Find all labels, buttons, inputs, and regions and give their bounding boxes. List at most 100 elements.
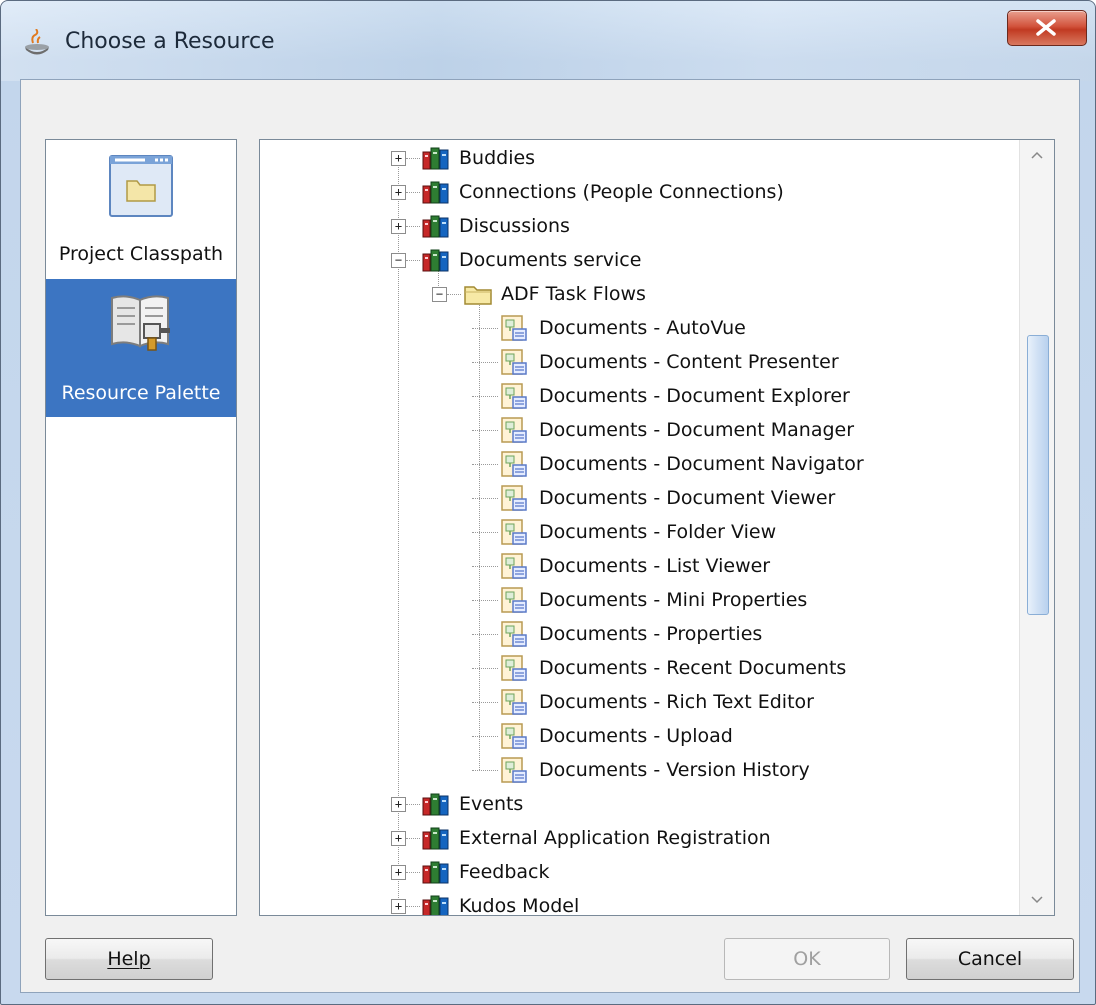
expand-icon[interactable]: + [391,899,406,914]
tree-item-label: ADF Task Flows [501,283,646,305]
dialog-window: Choose a Resource Project Classpath Reso… [0,0,1096,1005]
task-flow-icon [500,620,528,653]
books-icon [422,248,450,277]
tree-item[interactable]: Documents - Mini Properties [260,583,1010,617]
tree-item[interactable]: + External Application Registration [260,821,1010,855]
task-flow-icon [500,382,528,415]
close-button[interactable] [1007,10,1087,46]
close-icon [1036,19,1056,36]
resource-tree[interactable]: + Buddies + Connections (People Connections… [259,139,1055,916]
expand-icon[interactable]: + [391,831,406,846]
tree-item-label: Connections (People Connections) [459,181,784,203]
task-flow-icon [500,348,528,381]
tree-item[interactable]: + Buddies [260,141,1010,175]
tree-item-label: Documents - Document Navigator [539,453,864,475]
expand-icon[interactable]: + [391,219,406,234]
task-flow-icon [500,416,528,449]
books-icon [422,180,450,209]
tree-item-label: Documents - Rich Text Editor [539,691,814,713]
expand-icon[interactable]: + [391,797,406,812]
help-button-label: Help [107,948,151,970]
tree-item[interactable]: + Kudos Model [260,889,1010,916]
resource-source-list: Project Classpath Resource Palette [45,139,237,916]
tree-item[interactable]: Documents - Properties [260,617,1010,651]
java-cup-icon [25,29,49,55]
task-flow-icon [500,314,528,347]
ok-button-label: OK [793,948,821,970]
books-icon [422,792,450,821]
task-flow-icon [500,722,528,755]
scroll-thumb[interactable] [1027,335,1049,615]
tree-item-label: Documents - Document Viewer [539,487,836,509]
tree-item[interactable]: Documents - Rich Text Editor [260,685,1010,719]
title-bar[interactable]: Choose a Resource [1,1,1095,79]
tree-item[interactable]: Documents - Document Navigator [260,447,1010,481]
expand-icon[interactable]: + [391,151,406,166]
task-flow-icon [500,756,528,789]
tree-item[interactable]: Documents - Recent Documents [260,651,1010,685]
cancel-button-label: Cancel [957,948,1023,970]
tree-item[interactable]: + Discussions [260,209,1010,243]
task-flow-icon [500,518,528,551]
folder-icon [463,282,493,311]
tree-item-label: Documents - Content Presenter [539,351,839,373]
books-icon [422,146,450,175]
tree-item-label: Documents service [459,249,642,271]
tree-item-label: Documents - Version History [539,759,810,781]
sidebar-item-label: Project Classpath [58,243,224,265]
task-flow-icon [500,484,528,517]
books-icon [422,894,450,915]
sidebar-item-label: Resource Palette [61,382,221,404]
tree-item-label: Documents - Document Manager [539,419,855,441]
expand-icon[interactable]: + [391,865,406,880]
ok-button[interactable]: OK [724,938,890,980]
sidebar-item-project-classpath[interactable]: Project Classpath [46,140,236,278]
tree-item[interactable]: − ADF Task Flows [260,277,1010,311]
tree-item[interactable]: Documents - Document Viewer [260,481,1010,515]
folder-window-icon [109,155,173,217]
tree-item-label: Discussions [459,215,570,237]
tree-item-label: Documents - Mini Properties [539,589,808,611]
tree-item[interactable]: Documents - List Viewer [260,549,1010,583]
tree-item[interactable]: Documents - AutoVue [260,311,1010,345]
cancel-button[interactable]: Cancel [906,938,1074,980]
books-icon [422,214,450,243]
tree-item[interactable]: Documents - Document Manager [260,413,1010,447]
vertical-scrollbar[interactable] [1019,140,1054,915]
task-flow-icon [500,450,528,483]
tree-item-label: Documents - Recent Documents [539,657,847,679]
task-flow-icon [500,586,528,619]
tree-item[interactable]: Documents - Upload [260,719,1010,753]
tree-item-label: Documents - AutoVue [539,317,746,339]
tree-item[interactable]: Documents - Version History [260,753,1010,787]
scroll-down-icon[interactable] [1029,892,1045,908]
dialog-content: Project Classpath Resource Palette + Budd… [20,79,1080,993]
tree-item[interactable]: Documents - Content Presenter [260,345,1010,379]
tree-item-label: Kudos Model [459,895,580,916]
scroll-up-icon[interactable] [1029,147,1045,163]
tree-item[interactable]: Documents - Folder View [260,515,1010,549]
books-icon [422,860,450,889]
tree-item-label: Documents - Properties [539,623,763,645]
task-flow-icon [500,688,528,721]
tree-item-label: Documents - List Viewer [539,555,771,577]
expand-icon[interactable]: + [391,185,406,200]
sidebar-item-resource-palette[interactable]: Resource Palette [46,279,236,417]
window-title: Choose a Resource [65,29,275,54]
tree-item[interactable]: + Feedback [260,855,1010,889]
tree-item-label: Buddies [459,147,536,169]
resource-palette-icon [111,295,170,351]
task-flow-icon [500,552,528,585]
task-flow-icon [500,654,528,687]
collapse-icon[interactable]: − [432,287,447,302]
tree-item-label: Documents - Folder View [539,521,777,543]
collapse-icon[interactable]: − [391,253,406,268]
tree-item-label: Documents - Document Explorer [539,385,850,407]
tree-item[interactable]: − Documents service [260,243,1010,277]
help-button[interactable]: Help [45,938,213,980]
tree-item[interactable]: + Connections (People Connections) [260,175,1010,209]
tree-item[interactable]: Documents - Document Explorer [260,379,1010,413]
tree-item[interactable]: + Events [260,787,1010,821]
tree-item-label: Events [459,793,524,815]
tree-item-label: External Application Registration [459,827,771,849]
